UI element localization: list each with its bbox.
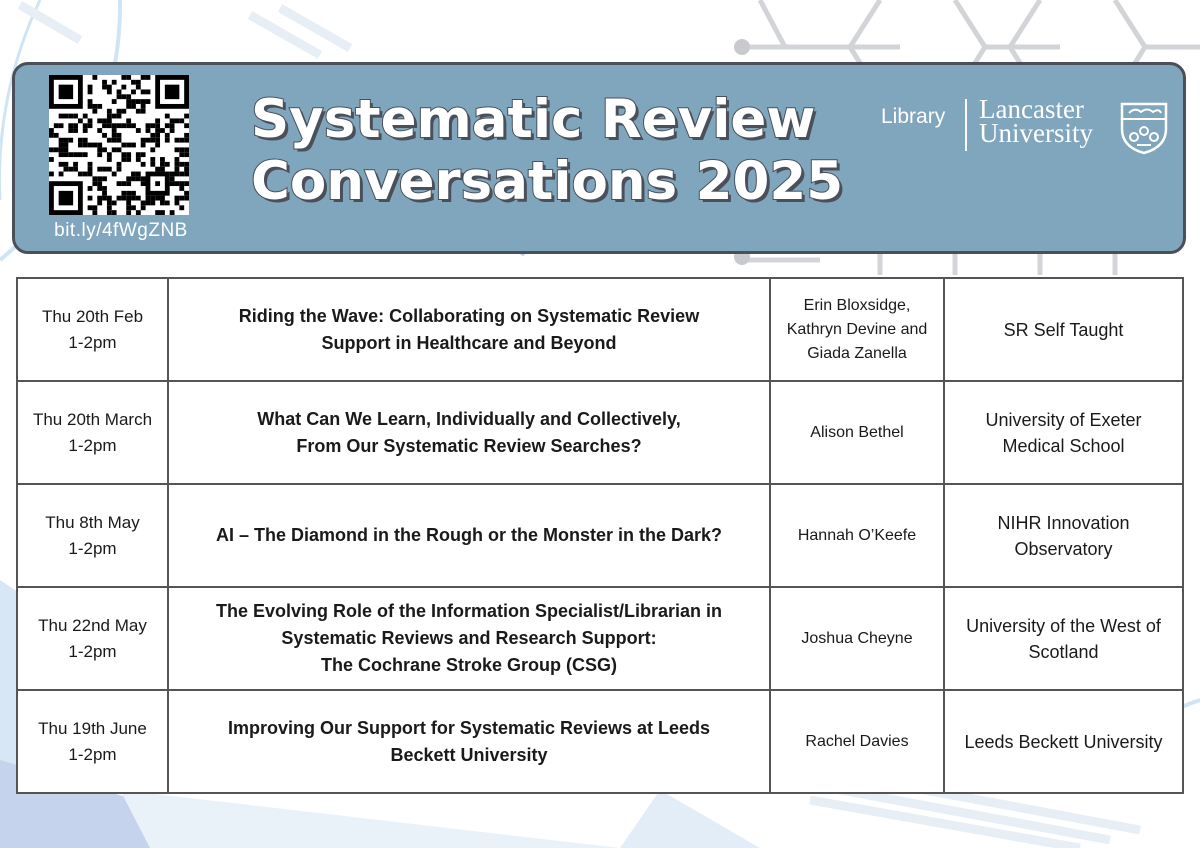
session-date: Thu 8th May — [45, 512, 140, 532]
session-title-line: What Can We Learn, Individually and Coll… — [257, 408, 681, 429]
table-row: Thu 22nd May 1-2pm The Evolving Role of th… — [16, 586, 1184, 691]
session-organisation-line: Observatory — [1014, 538, 1113, 559]
title-line-2: Conversations 2025 — [250, 150, 844, 213]
session-date-cell: Thu 20th March 1-2pm — [16, 380, 169, 485]
session-date: Thu 22nd May — [38, 615, 147, 635]
session-title-cell: The Evolving Role of the Information Spe… — [167, 586, 771, 691]
session-organisation-line: University of Exeter — [985, 409, 1142, 430]
session-date: Thu 20th March — [32, 409, 153, 429]
session-organisation-cell: University of the West of Scotland — [943, 586, 1184, 691]
session-organisation-cell: SR Self Taught — [943, 277, 1184, 382]
table-row: Thu 8th May 1-2pm AI – The Diamond in the … — [16, 483, 1184, 588]
session-speaker-cell: Joshua Cheyne — [769, 586, 945, 691]
university-name: Lancaster University — [979, 96, 1093, 148]
session-speaker-cell: Erin Bloxsidge, Kathryn Devine and Giada Z… — [769, 277, 945, 382]
session-title-cell: Riding the Wave: Collaborating on System… — [167, 277, 771, 382]
header-banner: bit.ly/4fWgZNB Systematic Review Convers… — [12, 62, 1186, 254]
university-name-line-2: University — [979, 118, 1093, 148]
session-organisation-cell: University of Exeter Medical School — [943, 380, 1184, 485]
session-time: 1-2pm — [68, 435, 117, 455]
short-url-link[interactable]: bit.ly/4fWgZNB — [41, 220, 201, 242]
session-speaker-cell: Rachel Davies — [769, 689, 945, 794]
session-title-line: Improving Our Support for Systematic Rev… — [227, 717, 711, 738]
session-title-line: The Cochrane Stroke Group (CSG) — [320, 655, 618, 675]
table-row: Thu 20th March 1-2pm What Can We Learn, In… — [16, 380, 1184, 485]
session-title-line: Riding the Wave: Collaborating on System… — [238, 305, 700, 326]
session-title-cell: What Can We Learn, Individually and Coll… — [167, 380, 771, 485]
session-date: Thu 20th Feb — [41, 306, 144, 326]
session-organisation-cell: NIHR Innovation Observatory — [943, 483, 1184, 588]
session-title-line: From Our Systematic Review Searches? — [296, 435, 642, 456]
session-speaker-line: Erin Bloxsidge, — [803, 296, 911, 314]
session-title-line: Support in Healthcare and Beyond — [321, 332, 617, 353]
title-line-1: Systematic Review — [250, 88, 816, 151]
table-row: Thu 20th Feb 1-2pm Riding the Wave: Collab… — [16, 277, 1184, 382]
session-speaker-line: Rachel Davies — [805, 732, 909, 750]
page-title: Systematic Review Conversations 2025 — [250, 88, 844, 213]
session-date: Thu 19th June — [38, 718, 147, 738]
session-speaker-cell: Hannah O’Keefe — [769, 483, 945, 588]
session-title-line: Beckett University — [390, 744, 548, 765]
session-speaker-line: Joshua Cheyne — [801, 629, 913, 647]
session-title-cell: AI – The Diamond in the Rough or the Mon… — [167, 483, 771, 588]
session-date-cell: Thu 19th June 1-2pm — [16, 689, 169, 794]
library-label: Library — [881, 105, 946, 128]
session-time: 1-2pm — [68, 332, 117, 352]
session-speaker-line: Giada Zanella — [807, 344, 907, 362]
session-time: 1-2pm — [68, 538, 117, 558]
session-organisation-line: Scotland — [1028, 641, 1099, 662]
session-title-line: The Evolving Role of the Information Spe… — [215, 601, 723, 621]
session-speaker-line: Alison Bethel — [810, 423, 904, 441]
session-table: Thu 20th Feb 1-2pm Riding the Wave: Collab… — [16, 277, 1184, 794]
session-title-line: AI – The Diamond in the Rough or the Mon… — [215, 525, 723, 545]
session-organisation-line: Medical School — [1002, 435, 1125, 456]
session-date-cell: Thu 8th May 1-2pm — [16, 483, 169, 588]
university-crest-icon — [1120, 102, 1168, 155]
qr-code[interactable] — [49, 75, 189, 215]
session-organisation-line: University of the West of — [966, 615, 1161, 636]
session-organisation-cell: Leeds Beckett University — [943, 689, 1184, 794]
session-title-cell: Improving Our Support for Systematic Rev… — [167, 689, 771, 794]
session-date-cell: Thu 20th Feb 1-2pm — [16, 277, 169, 382]
session-organisation-line: Leeds Beckett University — [964, 731, 1163, 752]
session-date-cell: Thu 22nd May 1-2pm — [16, 586, 169, 691]
session-speaker-line: Kathryn Devine and — [786, 320, 928, 338]
session-organisation-line: NIHR Innovation — [997, 512, 1130, 533]
session-time: 1-2pm — [68, 744, 117, 764]
session-speaker-line: Hannah O’Keefe — [797, 526, 917, 544]
logo-divider — [965, 99, 967, 151]
session-time: 1-2pm — [68, 641, 117, 661]
session-title-line: Systematic Reviews and Research Support: — [281, 628, 657, 648]
qr-code-icon — [49, 75, 189, 215]
session-organisation-line: SR Self Taught — [1003, 319, 1124, 340]
table-row: Thu 19th June 1-2pm Improving Our Support … — [16, 689, 1184, 794]
session-speaker-cell: Alison Bethel — [769, 380, 945, 485]
